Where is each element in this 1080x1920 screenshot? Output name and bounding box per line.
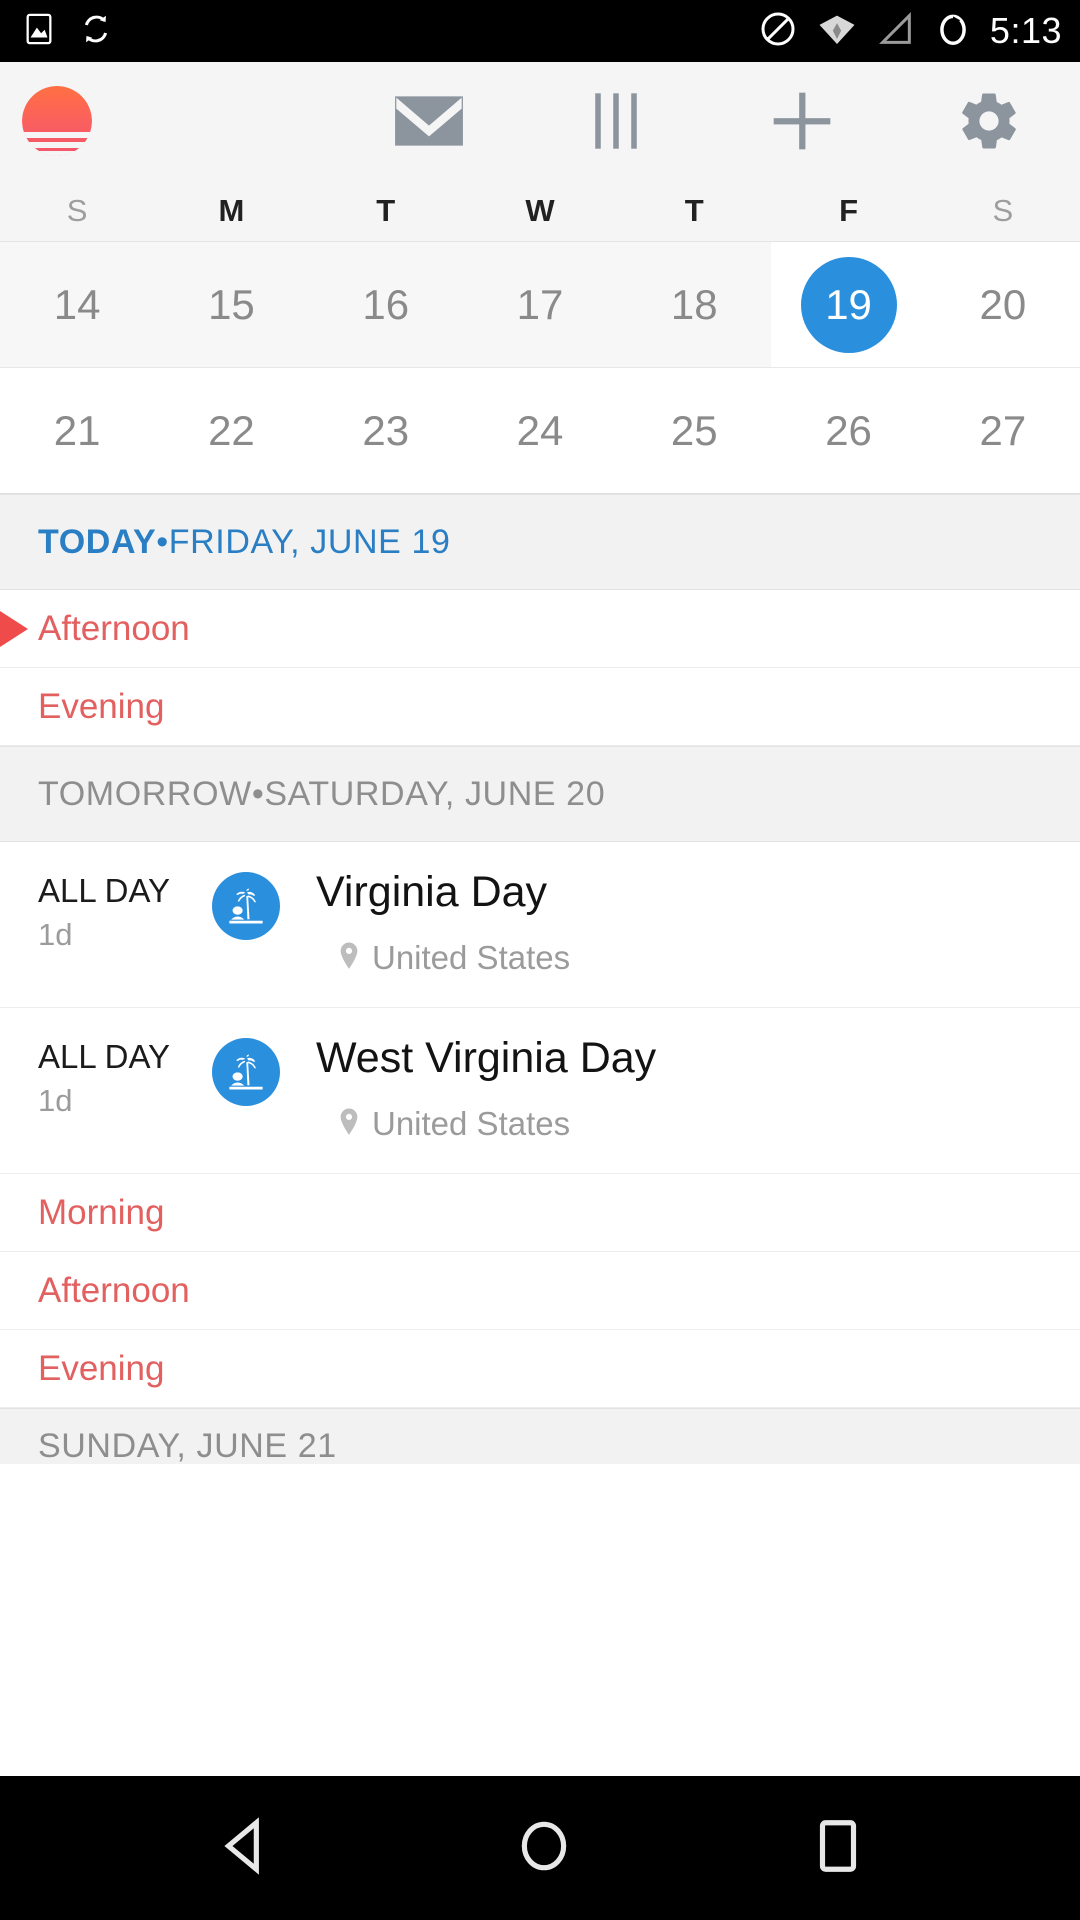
calendar-day-cell-today[interactable]: 19 (771, 242, 926, 367)
event-time-column: ALL DAY 1d (0, 870, 212, 977)
home-button[interactable] (513, 1815, 575, 1882)
toolbar-actions (360, 62, 1080, 180)
event-allday-label: ALL DAY (38, 1038, 171, 1076)
status-bar: 5:13 (0, 0, 1080, 62)
app-toolbar (0, 62, 1080, 180)
event-details: Virginia Day United States (280, 868, 1080, 977)
weekday-label: W (525, 192, 555, 228)
battery-charging-icon (934, 9, 972, 54)
android-nav-bar (0, 1776, 1080, 1920)
time-slot-evening-tomorrow[interactable]: Evening (0, 1330, 1080, 1409)
calendar-week-row: 14 15 16 17 18 19 20 (0, 242, 1080, 368)
calendar-day-cell[interactable]: 17 (462, 242, 618, 367)
calendar-day-cell[interactable]: 16 (308, 242, 463, 367)
event-duration-label: 1d (38, 917, 73, 953)
time-slot-morning-tomorrow[interactable]: Morning (0, 1174, 1080, 1253)
today-label: TODAY (38, 522, 157, 561)
agenda-section-header-today: TODAY • FRIDAY, JUNE 19 (0, 494, 1080, 590)
calendar-day-cell[interactable]: 15 (154, 242, 309, 367)
event-location-label: United States (372, 1105, 571, 1143)
palm-tree-holiday-icon (212, 872, 280, 940)
today-date: FRIDAY, JUNE 19 (168, 522, 451, 561)
current-time-marker-icon (0, 610, 28, 647)
tomorrow-separator: • (251, 774, 265, 813)
event-allday-label: ALL DAY (38, 872, 171, 909)
status-bar-left-icons (22, 11, 114, 52)
calendar-day-cell[interactable]: 26 (771, 368, 925, 493)
logo-stripe (22, 131, 92, 138)
calendar-day-cell[interactable]: 14 (0, 242, 155, 367)
event-details: West Virginia Day United States (280, 1034, 1080, 1143)
calendar-day-cell[interactable]: 20 (925, 242, 1080, 367)
weekday-label: T (684, 192, 704, 228)
gear-icon[interactable] (934, 66, 1044, 176)
event-location: United States (336, 1105, 1080, 1143)
mail-icon[interactable] (374, 66, 484, 176)
time-slot-label: Afternoon (38, 608, 190, 648)
agenda-section-header-next-day: SUNDAY, JUNE 21 (0, 1408, 1080, 1465)
event-title: Virginia Day (316, 868, 548, 916)
time-slot-label: Evening (38, 686, 165, 726)
time-slot-evening-today[interactable]: Evening (0, 668, 1080, 746)
event-location-label: United States (372, 939, 571, 977)
do-not-disturb-icon (758, 9, 798, 54)
calendar-day-cell[interactable]: 25 (617, 368, 771, 493)
status-bar-right-icons: 5:13 (758, 0, 1062, 62)
tomorrow-date: SATURDAY, JUNE 20 (264, 774, 606, 813)
time-slot-label: Morning (38, 1192, 165, 1232)
calendar-week-row: 21 22 23 24 25 26 27 (0, 368, 1080, 494)
today-separator: • (156, 522, 169, 561)
status-bar-clock: 5:13 (989, 10, 1062, 51)
calendar-day-cell[interactable]: 18 (617, 242, 772, 367)
event-duration-label: 1d (38, 1083, 73, 1119)
plus-icon[interactable] (747, 66, 857, 176)
calendar-day-cell[interactable]: 24 (463, 368, 617, 493)
cellular-signal-icon (876, 9, 916, 54)
wifi-icon (816, 9, 858, 54)
view-columns-icon[interactable] (561, 66, 671, 176)
palm-tree-holiday-icon (212, 1038, 280, 1107)
weekday-label: F (839, 192, 859, 228)
event-time-column: ALL DAY 1d (0, 1036, 212, 1143)
logo-stripe (22, 141, 92, 148)
calendar-day-cell[interactable]: 27 (926, 368, 1080, 493)
event-location: United States (336, 939, 1080, 977)
back-button[interactable] (215, 1815, 277, 1882)
agenda-section-header-tomorrow: TOMORROW • SATURDAY, JUNE 20 (0, 746, 1080, 842)
location-pin-icon (340, 1108, 358, 1136)
weekday-label: T (376, 192, 396, 228)
calendar-day-cell[interactable]: 23 (309, 368, 463, 493)
next-day-date: SUNDAY, JUNE 21 (38, 1427, 337, 1465)
today-highlight-pill: 19 (800, 256, 897, 353)
sunrise-calendar-logo[interactable] (22, 85, 92, 156)
image-icon (22, 12, 56, 51)
event-row[interactable]: ALL DAY 1d West Virginia Day United Stat… (0, 1008, 1080, 1175)
time-slot-label: Evening (38, 1348, 165, 1388)
time-slot-afternoon-today[interactable]: Afternoon (0, 590, 1080, 668)
weekday-label: S (66, 192, 88, 228)
weekday-header: S M T W T F S (0, 180, 1080, 242)
sync-icon (78, 11, 114, 52)
recents-button[interactable] (811, 1815, 865, 1882)
logo-stripe (22, 150, 92, 156)
time-slot-label: Afternoon (38, 1270, 190, 1310)
agenda-list: TODAY • FRIDAY, JUNE 19 Afternoon Evenin… (0, 494, 1080, 1465)
location-pin-icon (340, 942, 358, 969)
time-slot-afternoon-tomorrow[interactable]: Afternoon (0, 1252, 1080, 1331)
calendar-day-cell[interactable]: 22 (154, 368, 308, 493)
tomorrow-label: TOMORROW (38, 774, 252, 813)
calendar-day-cell[interactable]: 21 (0, 368, 154, 493)
event-row[interactable]: ALL DAY 1d Virginia Day United States (0, 842, 1080, 1009)
weekday-label: M (218, 192, 245, 228)
weekday-label: S (992, 192, 1014, 228)
event-title: West Virginia Day (316, 1034, 657, 1083)
